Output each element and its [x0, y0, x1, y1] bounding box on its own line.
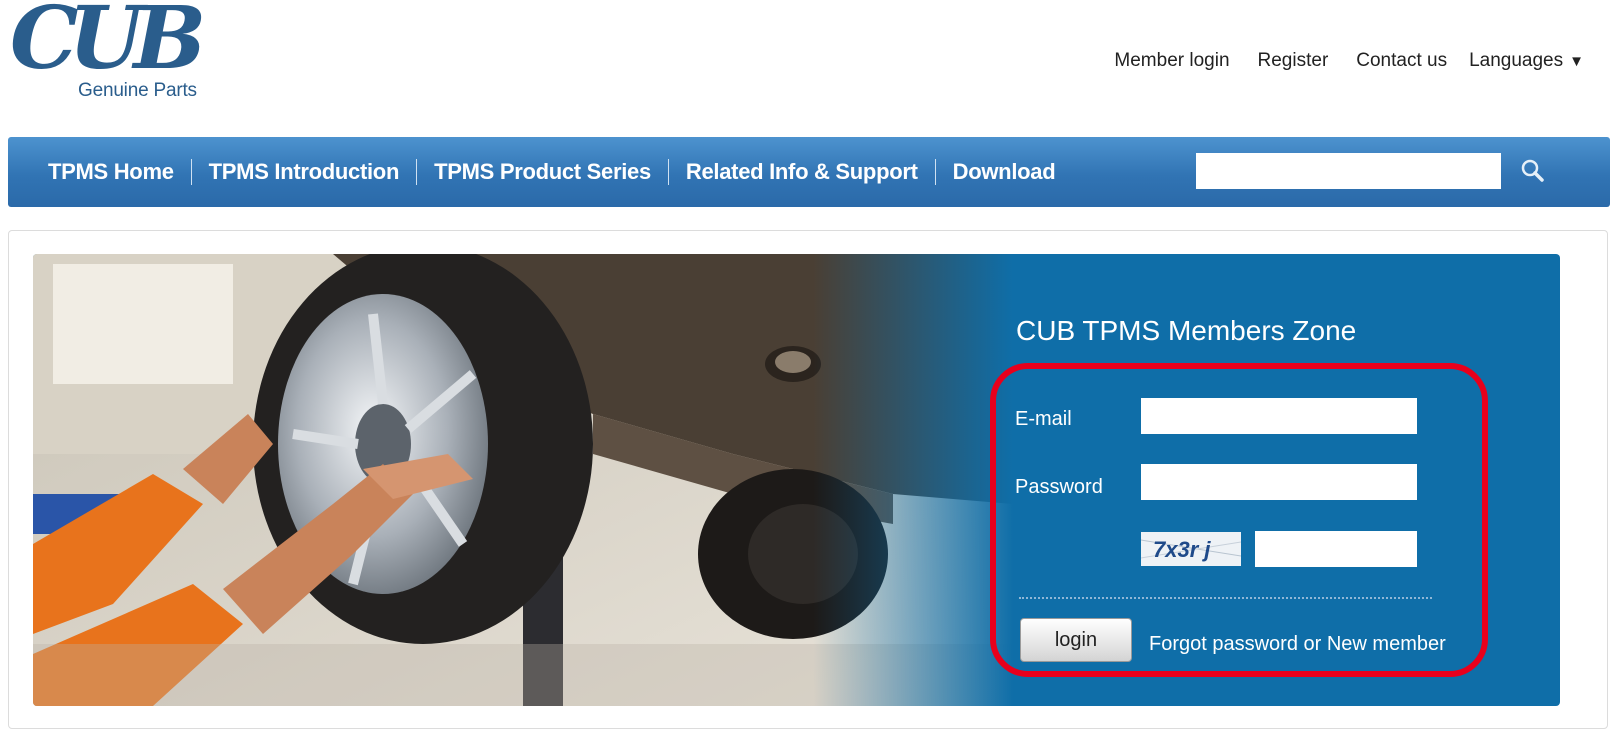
languages-dropdown[interactable]: Languages ▼ — [1469, 50, 1584, 72]
main-nav-bar: TPMS Home TPMS Introduction TPMS Product… — [8, 137, 1610, 207]
main-menu: TPMS Home TPMS Introduction TPMS Product… — [48, 137, 1056, 207]
form-divider — [1019, 597, 1432, 599]
forgot-password-link[interactable]: Forgot password or New member — [1149, 633, 1446, 656]
nav-divider — [934, 159, 936, 185]
register-link[interactable]: Register — [1258, 50, 1329, 72]
captcha-input[interactable] — [1255, 531, 1417, 567]
top-navigation: Member login Register Contact us Languag… — [1114, 50, 1584, 72]
password-label: Password — [1015, 476, 1103, 498]
nav-divider — [190, 159, 192, 185]
cub-logo[interactable]: CUB Genuine Parts — [10, 0, 220, 106]
nav-item-tpms-introduction[interactable]: TPMS Introduction — [209, 159, 400, 185]
site-search-input[interactable] — [1196, 153, 1501, 189]
search-button[interactable] — [1516, 155, 1552, 191]
captcha-image[interactable]: 7x3r j — [1140, 532, 1242, 566]
logo-brand: CUB — [10, 0, 206, 89]
nav-item-related-info-support[interactable]: Related Info & Support — [686, 159, 918, 185]
email-label: E-mail — [1015, 408, 1072, 430]
banner-fade — [813, 254, 1013, 706]
member-login-link[interactable]: Member login — [1114, 50, 1229, 72]
nav-item-tpms-home[interactable]: TPMS Home — [48, 159, 174, 185]
nav-divider — [416, 159, 418, 185]
email-field[interactable] — [1141, 398, 1417, 434]
logo-tagline: Genuine Parts — [78, 80, 197, 101]
captcha-graphic: 7x3r j — [1140, 532, 1242, 566]
languages-label: Languages — [1469, 50, 1564, 71]
nav-item-download[interactable]: Download — [953, 159, 1056, 185]
nav-item-tpms-product-series[interactable]: TPMS Product Series — [434, 159, 651, 185]
caret-down-icon: ▼ — [1569, 53, 1584, 70]
members-zone-title: CUB TPMS Members Zone — [1016, 315, 1357, 346]
search-icon — [1521, 159, 1544, 182]
svg-text:7x3r j: 7x3r j — [1153, 537, 1211, 562]
nav-divider — [667, 159, 669, 185]
login-button[interactable]: login — [1020, 618, 1132, 662]
contact-us-link[interactable]: Contact us — [1356, 50, 1447, 72]
password-field[interactable] — [1141, 464, 1417, 500]
